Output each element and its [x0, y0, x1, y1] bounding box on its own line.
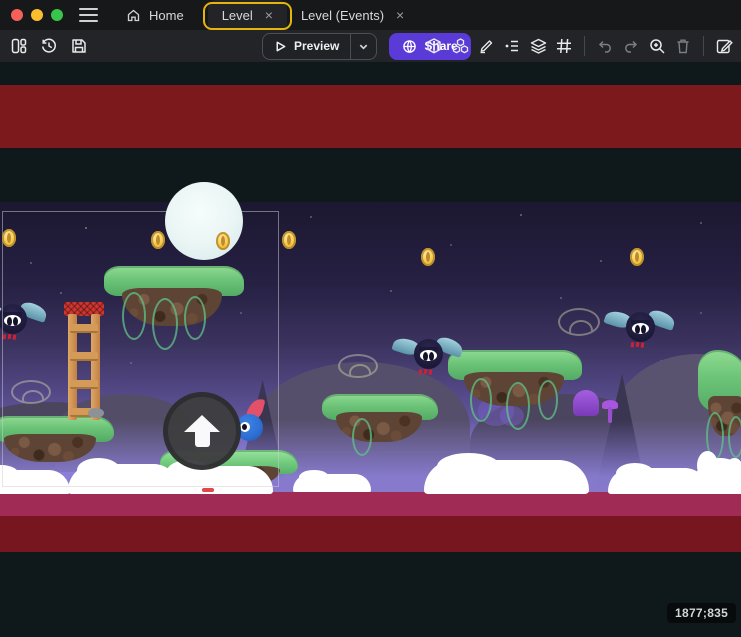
preview-button-group: Preview [262, 33, 377, 60]
floating-island[interactable] [322, 392, 442, 446]
floating-island[interactable] [698, 350, 741, 454]
maximize-window-button[interactable] [51, 9, 63, 21]
chevron-down-icon [358, 41, 369, 52]
grid-icon[interactable] [554, 35, 574, 57]
preview-label: Preview [294, 39, 339, 53]
hamburger-menu-icon[interactable] [79, 8, 98, 23]
titlebar: Home Level × Level (Events) × [0, 0, 741, 30]
cloud[interactable] [424, 460, 589, 494]
zoom-in-icon[interactable] [647, 35, 667, 57]
traffic-lights [0, 9, 63, 21]
layers-icon[interactable] [528, 35, 548, 57]
tab-level[interactable]: Level × [208, 0, 287, 30]
coin[interactable] [282, 231, 296, 249]
play-icon [274, 40, 287, 53]
preview-button[interactable]: Preview [263, 34, 350, 59]
cloud[interactable] [293, 474, 371, 492]
coin[interactable] [630, 248, 644, 266]
coin[interactable] [2, 229, 16, 247]
close-tab-icon[interactable]: × [265, 8, 273, 22]
cloud[interactable] [693, 458, 741, 494]
minimize-window-button[interactable] [31, 9, 43, 21]
object-groups-icon[interactable] [450, 35, 470, 57]
home-icon [126, 8, 141, 23]
ufo-outline[interactable] [558, 308, 600, 336]
tab-level-events[interactable]: Level (Events) × [287, 0, 418, 30]
bottom-floor-band[interactable] [0, 492, 741, 516]
globe-icon [402, 39, 417, 54]
red-marker [202, 488, 214, 492]
floating-island[interactable] [448, 348, 586, 414]
app-window: Home Level × Level (Events) × [0, 0, 741, 637]
cursor-coordinates-badge: 1877;835 [667, 603, 736, 623]
coin[interactable] [151, 231, 165, 249]
tab-label: Level [222, 8, 253, 23]
objects-icon[interactable] [424, 35, 444, 57]
bat-enemy[interactable] [605, 308, 675, 354]
history-icon[interactable] [39, 35, 59, 57]
bottom-lava-band[interactable] [0, 516, 741, 552]
scene-properties-icon[interactable] [714, 35, 734, 57]
coin[interactable] [421, 248, 435, 266]
coin[interactable] [216, 232, 230, 250]
panels-icon[interactable] [9, 35, 29, 57]
jump-arrow-button[interactable] [163, 392, 241, 470]
instances-list-icon[interactable] [502, 35, 522, 57]
trash-icon[interactable] [673, 35, 693, 57]
tab-label: Home [149, 8, 184, 23]
up-arrow-icon [184, 415, 220, 447]
tab-label: Level (Events) [301, 8, 384, 23]
scene-canvas[interactable]: 1877;835 [0, 62, 741, 637]
ufo-outline[interactable] [338, 354, 378, 378]
save-icon[interactable] [69, 35, 89, 57]
close-window-button[interactable] [11, 9, 23, 21]
moon[interactable] [165, 182, 243, 260]
tab-bar: Home Level × Level (Events) × [112, 0, 418, 30]
tab-home[interactable]: Home [112, 0, 198, 30]
editor-toolbar: Preview Share [0, 30, 741, 62]
preview-dropdown-button[interactable] [351, 34, 376, 59]
pencil-icon[interactable] [476, 35, 496, 57]
undo-icon[interactable] [595, 35, 615, 57]
stars [0, 202, 2, 204]
bat-enemy[interactable] [393, 335, 463, 381]
top-floor-band[interactable] [0, 85, 741, 148]
close-tab-icon[interactable]: × [396, 8, 404, 22]
redo-icon[interactable] [621, 35, 641, 57]
